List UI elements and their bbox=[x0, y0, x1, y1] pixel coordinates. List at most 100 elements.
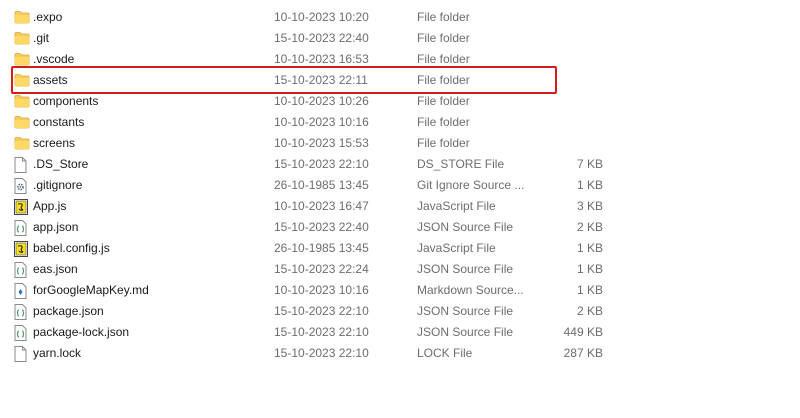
file-type: JSON Source File bbox=[417, 262, 514, 276]
file-date-modified: 10-10-2023 10:20 bbox=[274, 10, 369, 24]
file-row[interactable]: yarn.lock 15-10-2023 22:10 LOCK File 287 KB bbox=[0, 343, 800, 364]
file-size bbox=[520, 28, 603, 49]
file-name: .expo bbox=[33, 10, 63, 24]
file-name: forGoogleMapKey.md bbox=[33, 283, 149, 297]
file-size bbox=[520, 91, 603, 112]
file-row[interactable]: eas.json 15-10-2023 22:24 JSON Source File… bbox=[0, 259, 800, 280]
blank-file-icon bbox=[14, 157, 28, 173]
file-size bbox=[520, 112, 603, 133]
file-name: components bbox=[33, 94, 99, 108]
file-size: 1 KB bbox=[576, 241, 603, 255]
file-type: JavaScript File bbox=[417, 199, 496, 213]
file-size: 1 KB bbox=[576, 178, 603, 192]
blank-file-icon bbox=[14, 346, 28, 362]
javascript-file-icon bbox=[14, 241, 28, 257]
file-name: eas.json bbox=[33, 262, 78, 276]
file-type: File folder bbox=[417, 115, 470, 129]
file-type: JavaScript File bbox=[417, 241, 496, 255]
json-file-icon bbox=[14, 262, 28, 278]
file-row[interactable]: package.json 15-10-2023 22:10 JSON Source … bbox=[0, 301, 800, 322]
file-date-modified: 15-10-2023 22:11 bbox=[274, 73, 368, 87]
file-type: File folder bbox=[417, 136, 470, 150]
folder-icon bbox=[14, 52, 30, 67]
file-size: 1 KB bbox=[576, 283, 603, 297]
file-type: JSON Source File bbox=[417, 220, 514, 234]
file-type: Git Ignore Source ... bbox=[417, 178, 525, 192]
file-date-modified: 15-10-2023 22:40 bbox=[274, 31, 369, 45]
file-row[interactable]: package-lock.json 15-10-2023 22:10 JSON So… bbox=[0, 322, 800, 343]
file-size: 449 KB bbox=[563, 325, 603, 339]
file-size: 1 KB bbox=[576, 262, 603, 276]
file-date-modified: 15-10-2023 22:10 bbox=[274, 157, 369, 171]
file-size: 7 KB bbox=[576, 157, 603, 171]
file-type: File folder bbox=[417, 31, 470, 45]
file-name: constants bbox=[33, 115, 85, 129]
file-date-modified: 15-10-2023 22:10 bbox=[274, 304, 369, 318]
file-date-modified: 10-10-2023 16:53 bbox=[274, 52, 369, 66]
file-date-modified: 26-10-1985 13:45 bbox=[274, 178, 369, 192]
file-row[interactable]: app.json 15-10-2023 22:40 JSON Source File… bbox=[0, 217, 800, 238]
file-date-modified: 26-10-1985 13:45 bbox=[274, 241, 369, 255]
folder-icon bbox=[14, 136, 30, 151]
file-size: 2 KB bbox=[576, 304, 603, 318]
file-row[interactable]: screens 10-10-2023 15:53 File folder bbox=[0, 133, 800, 154]
file-type: File folder bbox=[417, 10, 470, 24]
gear-file-icon bbox=[14, 178, 28, 194]
file-name: .gitignore bbox=[33, 178, 83, 192]
folder-icon bbox=[14, 10, 30, 25]
file-size: 287 KB bbox=[563, 346, 603, 360]
json-file-icon bbox=[14, 325, 28, 341]
json-file-icon bbox=[14, 304, 28, 320]
file-size: 3 KB bbox=[576, 199, 603, 213]
file-type: DS_STORE File bbox=[417, 157, 505, 171]
file-row[interactable]: components 10-10-2023 10:26 File folder bbox=[0, 91, 800, 112]
file-name: babel.config.js bbox=[33, 241, 110, 255]
file-name: assets bbox=[33, 73, 68, 87]
file-row[interactable]: .gitignore 26-10-1985 13:45 Git Ignore Sou… bbox=[0, 175, 800, 196]
file-type: JSON Source File bbox=[417, 325, 514, 339]
file-row[interactable]: assets 15-10-2023 22:11 File folder bbox=[0, 70, 800, 91]
file-name: screens bbox=[33, 136, 76, 150]
folder-icon bbox=[14, 94, 30, 109]
file-type: Markdown Source... bbox=[417, 283, 524, 297]
folder-icon bbox=[14, 73, 30, 88]
file-date-modified: 15-10-2023 22:10 bbox=[274, 325, 369, 339]
file-size bbox=[520, 7, 603, 28]
file-type: JSON Source File bbox=[417, 304, 514, 318]
file-name: .git bbox=[33, 31, 50, 45]
file-date-modified: 10-10-2023 10:16 bbox=[274, 115, 369, 129]
file-row[interactable]: forGoogleMapKey.md 10-10-2023 10:16 Markdo… bbox=[0, 280, 800, 301]
file-name: app.json bbox=[33, 220, 79, 234]
file-type: File folder bbox=[417, 52, 470, 66]
file-row[interactable]: .git 15-10-2023 22:40 File folder bbox=[0, 28, 800, 49]
file-name: .DS_Store bbox=[33, 157, 89, 171]
file-list: .expo 10-10-2023 10:20 File folder .git 15-1… bbox=[0, 7, 800, 364]
file-name: package-lock.json bbox=[33, 325, 130, 339]
file-name: App.js bbox=[33, 199, 67, 213]
file-row[interactable]: App.js 10-10-2023 16:47 JavaScript File 3 K… bbox=[0, 196, 800, 217]
file-row[interactable]: constants 10-10-2023 10:16 File folder bbox=[0, 112, 800, 133]
markdown-file-icon bbox=[14, 283, 28, 299]
javascript-file-icon bbox=[14, 199, 28, 215]
folder-icon bbox=[14, 31, 30, 46]
file-date-modified: 15-10-2023 22:24 bbox=[274, 262, 369, 276]
file-date-modified: 10-10-2023 15:53 bbox=[274, 136, 369, 150]
file-type: LOCK File bbox=[417, 346, 473, 360]
file-size: 2 KB bbox=[576, 220, 603, 234]
file-name: yarn.lock bbox=[33, 346, 82, 360]
file-name: package.json bbox=[33, 304, 104, 318]
file-date-modified: 15-10-2023 22:40 bbox=[274, 220, 369, 234]
folder-icon bbox=[14, 115, 30, 130]
file-size bbox=[520, 70, 603, 91]
json-file-icon bbox=[14, 220, 28, 236]
file-type: File folder bbox=[417, 73, 470, 87]
file-row[interactable]: babel.config.js 26-10-1985 13:45 JavaScrip… bbox=[0, 238, 800, 259]
file-row[interactable]: .DS_Store 15-10-2023 22:10 DS_STORE File 7 … bbox=[0, 154, 800, 175]
file-row[interactable]: .expo 10-10-2023 10:20 File folder bbox=[0, 7, 800, 28]
file-row[interactable]: .vscode 10-10-2023 16:53 File folder bbox=[0, 49, 800, 70]
file-date-modified: 10-10-2023 16:47 bbox=[274, 199, 369, 213]
file-size bbox=[520, 49, 603, 70]
file-date-modified: 15-10-2023 22:10 bbox=[274, 346, 369, 360]
file-name: .vscode bbox=[33, 52, 75, 66]
file-date-modified: 10-10-2023 10:16 bbox=[274, 283, 369, 297]
